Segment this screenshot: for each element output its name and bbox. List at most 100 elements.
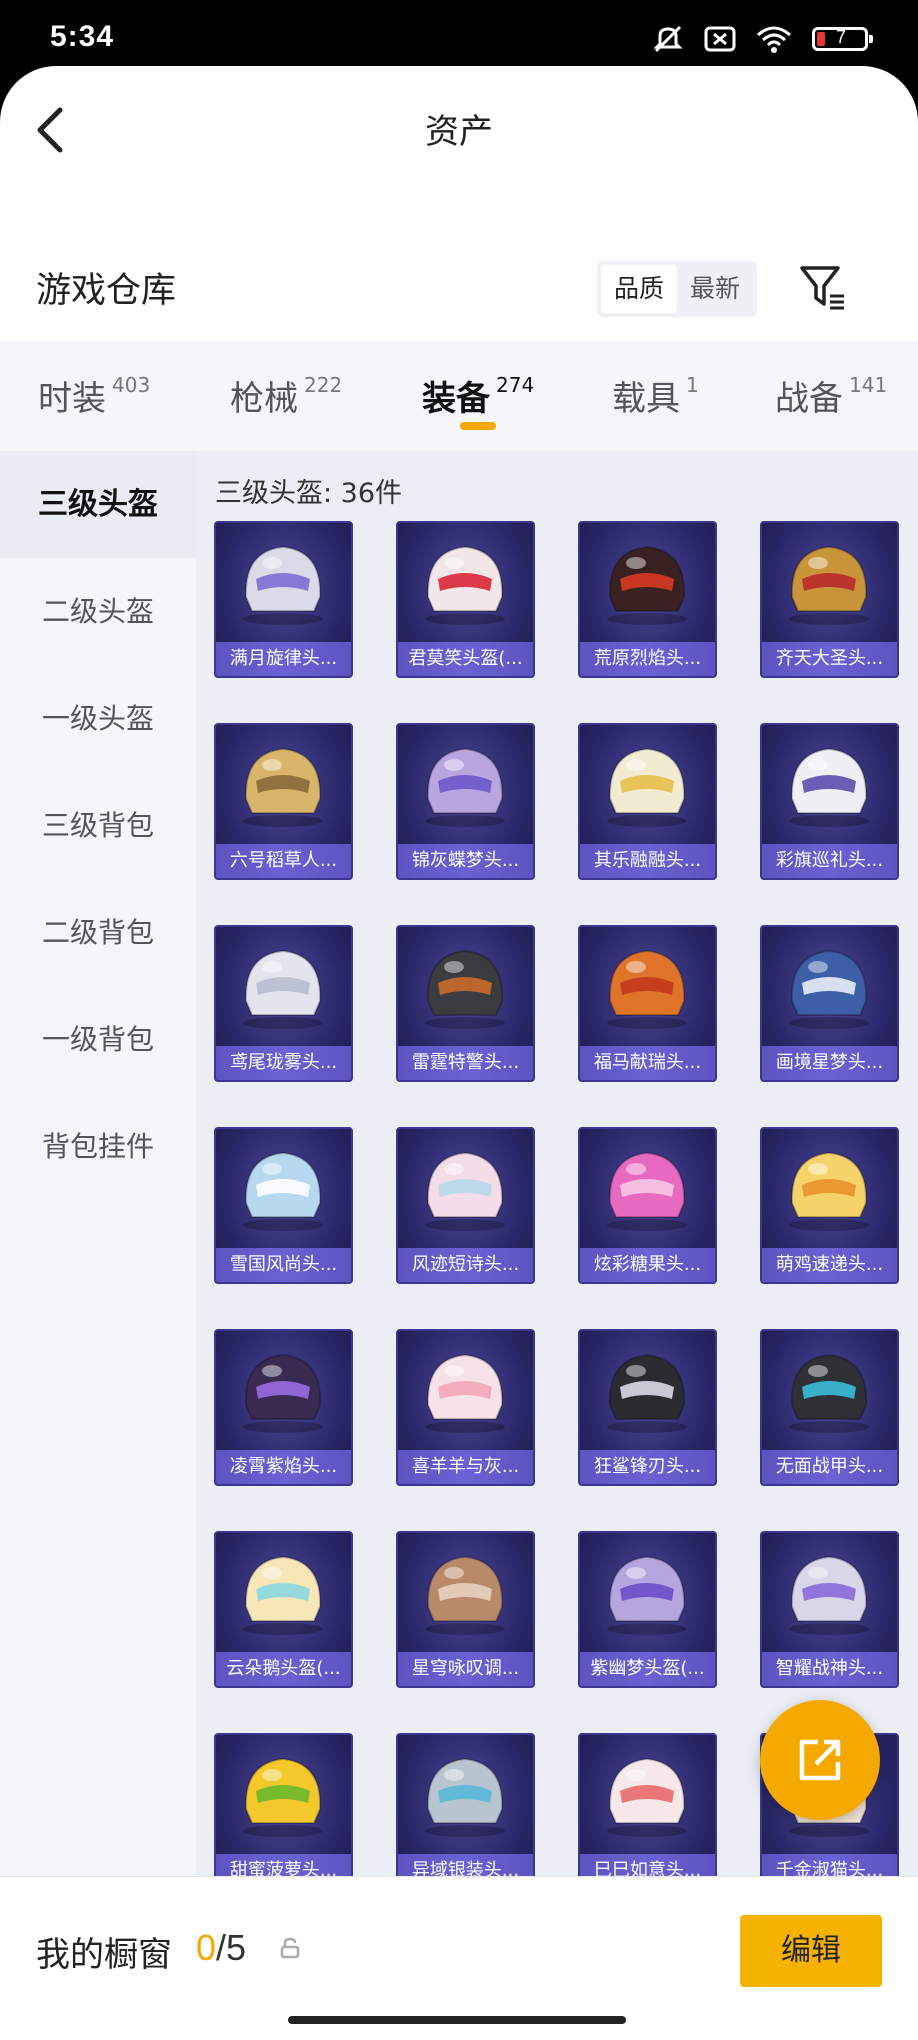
item-card[interactable]: 异域银装头...	[396, 1733, 535, 1890]
helmet-icon	[607, 1757, 687, 1837]
helmet-icon	[243, 1757, 323, 1837]
item-card[interactable]: 紫幽梦头盔(...	[578, 1531, 717, 1688]
battery-text: 7	[835, 27, 846, 47]
sidebar-item-level3-backpack[interactable]: 三级背包	[0, 772, 196, 879]
helmet-icon	[607, 1151, 687, 1231]
item-card[interactable]: 甜蜜菠萝头...	[214, 1733, 353, 1890]
item-card[interactable]: 星穹咏叹调...	[396, 1531, 535, 1688]
warehouse-title: 游戏仓库	[36, 271, 177, 311]
item-name: 狂鲨锋刃头...	[580, 1450, 715, 1484]
home-indicator[interactable]	[288, 2016, 626, 2024]
item-card[interactable]: 智耀战神头...	[760, 1531, 899, 1688]
tab-equipment[interactable]: 装备 274	[422, 341, 534, 451]
sort-quality-option[interactable]: 品质	[601, 265, 677, 313]
tab-label: 战备	[775, 379, 843, 419]
status-icons: 7	[652, 24, 873, 54]
helmet-icon	[425, 949, 505, 1029]
item-card[interactable]: 炫彩糖果头...	[578, 1127, 717, 1284]
item-name: 智耀战神头...	[762, 1652, 897, 1686]
item-name: 萌鸡速递头...	[762, 1248, 897, 1282]
item-card[interactable]: 无面战甲头...	[760, 1329, 899, 1486]
item-card[interactable]: 狂鲨锋刃头...	[578, 1329, 717, 1486]
helmet-icon	[243, 1555, 323, 1635]
tab-label: 载具	[612, 379, 680, 419]
item-name: 荒原烈焰头...	[580, 642, 715, 676]
item-card[interactable]: 雪国风尚头...	[214, 1127, 353, 1284]
edit-button[interactable]: 编辑	[740, 1915, 882, 1987]
item-card[interactable]: 画境星梦头...	[760, 925, 899, 1082]
filter-button[interactable]	[798, 262, 846, 312]
page-title: 资产	[425, 112, 493, 152]
item-card[interactable]: 凌霄紫焰头...	[214, 1329, 353, 1486]
item-name: 雪国风尚头...	[216, 1248, 351, 1282]
helmet-icon	[789, 747, 869, 827]
item-card[interactable]: 其乐融融头...	[578, 723, 717, 880]
item-name: 其乐融融头...	[580, 844, 715, 878]
sort-newest-option[interactable]: 最新	[677, 265, 753, 313]
category-tabs: 时装 403 枪械 222 装备 274 载具 1 战备 141	[0, 341, 918, 451]
item-card[interactable]: 巳巳如意头...	[578, 1733, 717, 1890]
sidebar-item-level2-helmet[interactable]: 二级头盔	[0, 558, 196, 665]
item-card[interactable]: 满月旋律头...	[214, 521, 353, 678]
item-name: 云朵鹅头盔(...	[216, 1652, 351, 1686]
tab-vehicles[interactable]: 载具 1	[612, 341, 699, 451]
item-count-heading: 三级头盔: 36件	[215, 478, 403, 509]
tab-supplies[interactable]: 战备 141	[775, 341, 887, 451]
sidebar-item-level3-helmet[interactable]: 三级头盔	[0, 451, 196, 558]
item-card[interactable]: 喜羊羊与灰...	[396, 1329, 535, 1486]
helmet-icon	[243, 747, 323, 827]
battery-icon: 7	[812, 27, 873, 51]
item-card[interactable]: 六号稻草人...	[214, 723, 353, 880]
item-card[interactable]: 荒原烈焰头...	[578, 521, 717, 678]
sidebar-item-level2-backpack[interactable]: 二级背包	[0, 879, 196, 986]
item-card[interactable]: 云朵鹅头盔(...	[214, 1531, 353, 1688]
item-card[interactable]: 风迹短诗头...	[396, 1127, 535, 1284]
item-name: 君莫笑头盔(...	[398, 642, 533, 676]
helmet-icon	[607, 1555, 687, 1635]
sim-off-icon	[704, 24, 736, 54]
helmet-icon	[243, 545, 323, 625]
helmet-icon	[425, 1151, 505, 1231]
item-name: 紫幽梦头盔(...	[580, 1652, 715, 1686]
item-card[interactable]: 福马献瑞头...	[578, 925, 717, 1082]
item-name: 满月旋律头...	[216, 642, 351, 676]
assets-screen: 资产 游戏仓库 品质 最新 时装 403 枪械 222 装备 274 载具 1 …	[0, 66, 918, 2040]
item-name: 风迹短诗头...	[398, 1248, 533, 1282]
item-card[interactable]: 齐天大圣头...	[760, 521, 899, 678]
sidebar-item-level1-backpack[interactable]: 一级背包	[0, 986, 196, 1093]
helmet-icon	[607, 747, 687, 827]
item-name: 福马献瑞头...	[580, 1046, 715, 1080]
tab-fashion[interactable]: 时装 403	[38, 341, 150, 451]
filter-icon	[800, 266, 844, 310]
item-name: 无面战甲头...	[762, 1450, 897, 1484]
showcase-count: 0/5	[196, 1927, 246, 1969]
mute-icon	[652, 24, 684, 54]
item-card[interactable]: 雷霆特警头...	[396, 925, 535, 1082]
item-name: 鸢尾珑雾头...	[216, 1046, 351, 1080]
nav-bar: 资产	[0, 66, 918, 192]
helmet-icon	[789, 949, 869, 1029]
item-name: 锦灰蝶梦头...	[398, 844, 533, 878]
share-fab-button[interactable]	[760, 1700, 880, 1820]
item-card[interactable]: 鸢尾珑雾头...	[214, 925, 353, 1082]
tab-count: 141	[849, 373, 888, 397]
helmet-icon	[243, 949, 323, 1029]
sidebar-item-level1-helmet[interactable]: 一级头盔	[0, 665, 196, 772]
item-card[interactable]: 君莫笑头盔(...	[396, 521, 535, 678]
helmet-icon	[243, 1353, 323, 1433]
sidebar-item-backpack-pendant[interactable]: 背包挂件	[0, 1093, 196, 1200]
lock-icon	[280, 1937, 300, 1963]
helmet-icon	[243, 1151, 323, 1231]
item-name: 喜羊羊与灰...	[398, 1450, 533, 1484]
warehouse-header: 游戏仓库	[0, 242, 918, 332]
showcase-max: 5	[226, 1927, 247, 1968]
sort-toggle: 品质 最新	[597, 261, 757, 317]
tab-firearms[interactable]: 枪械 222	[230, 341, 342, 451]
helmet-icon	[789, 1151, 869, 1231]
item-name: 星穹咏叹调...	[398, 1652, 533, 1686]
showcase-separator: /	[216, 1927, 227, 1968]
item-card[interactable]: 彩旗巡礼头...	[760, 723, 899, 880]
showcase-current: 0	[196, 1927, 217, 1968]
item-card[interactable]: 萌鸡速递头...	[760, 1127, 899, 1284]
item-card[interactable]: 锦灰蝶梦头...	[396, 723, 535, 880]
